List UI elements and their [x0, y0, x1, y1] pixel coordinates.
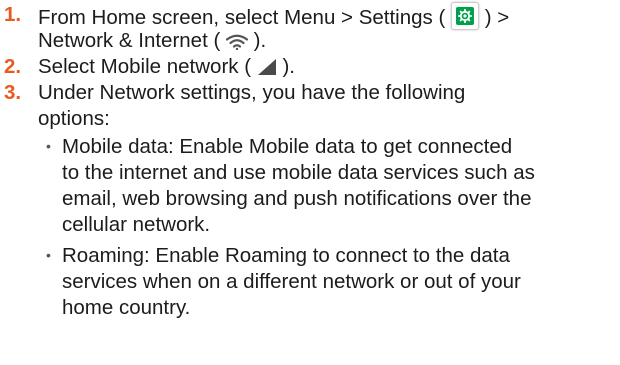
bullet-line: to the internet and use mobile data serv…: [62, 161, 535, 184]
wifi-icon: [225, 34, 248, 50]
bullet-line: Roaming: Enable Roaming to connect to th…: [62, 244, 510, 267]
bullet-line: home country.: [62, 296, 191, 319]
bullet-symbol: •: [46, 247, 51, 263]
mobile-signal-icon: [257, 59, 276, 75]
bullet-line: email, web browsing and push notificatio…: [62, 187, 532, 210]
bullet-line: Mobile data: Enable Mobile data to get c…: [62, 135, 513, 158]
instructions-document: 1. From Home screen, select Menu > Setti…: [0, 0, 620, 365]
step-number: 3.: [4, 81, 22, 104]
bullet-line: cellular network.: [62, 213, 211, 236]
bullet-line: services when on a different network or …: [62, 270, 521, 293]
step-number: 2.: [4, 55, 22, 78]
bullet-symbol: •: [46, 138, 51, 154]
step-line: options:: [38, 107, 110, 130]
step-line: From Home screen, select Menu > Settings…: [38, 2, 509, 31]
step-line: Select Mobile network ( ).: [38, 55, 295, 78]
step-number: 1.: [4, 3, 22, 26]
step-line: Under Network settings, you have the fol…: [38, 81, 466, 104]
settings-gear-icon: [451, 2, 480, 30]
step-line: Network & Internet ( ).: [38, 29, 267, 52]
